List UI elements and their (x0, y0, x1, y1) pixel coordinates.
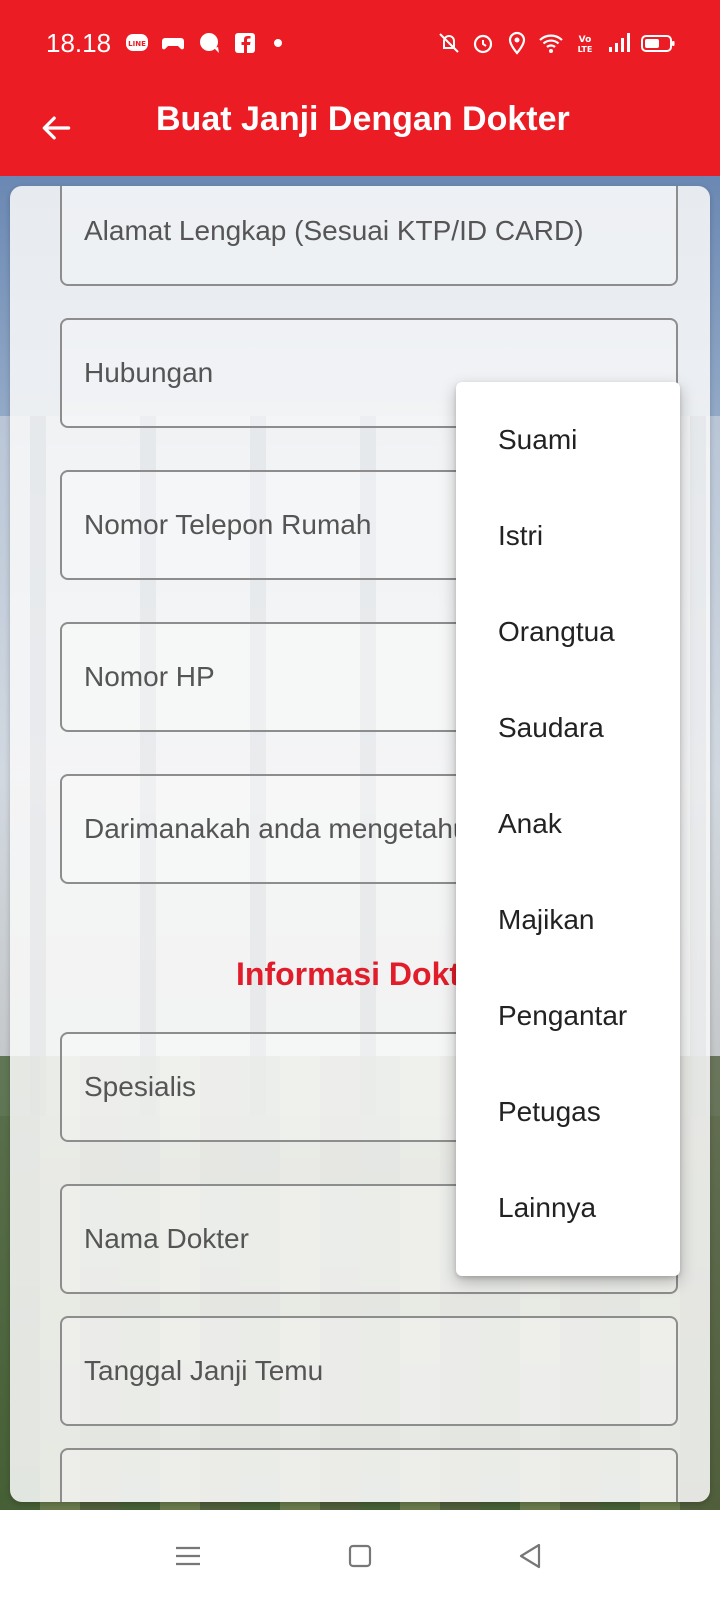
status-bar: 18.18 LINE Vo LTE (0, 0, 720, 88)
relationship-dropdown-menu: Suami Istri Orangtua Saudara Anak Majika… (456, 382, 680, 1276)
next-field[interactable] (60, 1448, 678, 1502)
notification-icons: LINE (124, 28, 282, 58)
signal-icon (606, 30, 632, 56)
relationship-field-label: Hubungan (84, 357, 214, 388)
appointment-date-field-label: Tanggal Janji Temu (84, 1355, 324, 1386)
more-notifications-dot (274, 39, 282, 47)
doctor-info-section-title: Informasi Dokter (236, 956, 491, 992)
wifi-icon (538, 30, 564, 56)
dropdown-option-petugas[interactable]: Petugas (456, 1064, 680, 1160)
back-button[interactable] (30, 102, 82, 154)
svg-text:Vo: Vo (579, 35, 592, 45)
line-icon: LINE (124, 30, 150, 56)
system-icons: Vo LTE (436, 28, 676, 58)
dropdown-option-suami[interactable]: Suami (456, 392, 680, 488)
game-controller-icon (160, 30, 186, 56)
mobile-phone-field-label: Nomor HP (84, 661, 215, 692)
system-back-button[interactable] (510, 1536, 550, 1576)
location-icon (504, 30, 530, 56)
battery-icon (640, 30, 676, 56)
chat-bubble-icon (196, 30, 222, 56)
dropdown-option-istri[interactable]: Istri (456, 488, 680, 584)
referral-source-field-label: Darimanakah anda mengetahui (84, 813, 475, 844)
specialist-field-label: Spesialis (84, 1071, 197, 1102)
dropdown-option-anak[interactable]: Anak (456, 776, 680, 872)
address-field-label: Alamat Lengkap (Sesuai KTP/ID CARD) (84, 215, 584, 246)
menu-icon (176, 1546, 200, 1566)
dropdown-option-pengantar[interactable]: Pengantar (456, 968, 680, 1064)
home-square-icon (348, 1544, 372, 1568)
address-field[interactable]: Alamat Lengkap (Sesuai KTP/ID CARD) (60, 186, 678, 286)
svg-text:LINE: LINE (128, 40, 146, 48)
app-bar: 18.18 LINE Vo LTE Buat Janji Dengan Dokt… (0, 0, 720, 176)
appointment-date-field[interactable]: Tanggal Janji Temu (60, 1316, 678, 1426)
dropdown-option-lainnya[interactable]: Lainnya (456, 1160, 680, 1256)
doctor-name-field-label: Nama Dokter (84, 1223, 249, 1254)
system-navigation-bar (0, 1510, 720, 1600)
mute-vibrate-icon (436, 30, 462, 56)
alarm-icon (470, 30, 496, 56)
facebook-icon (232, 30, 258, 56)
page-title: Buat Janji Dengan Dokter (156, 100, 570, 138)
home-phone-field-label: Nomor Telepon Rumah (84, 509, 372, 540)
home-button[interactable] (340, 1536, 380, 1576)
arrow-left-icon (42, 116, 71, 140)
recent-apps-button[interactable] (168, 1536, 208, 1576)
back-triangle-icon (519, 1543, 541, 1569)
status-time: 18.18 (46, 28, 112, 58)
dropdown-option-orangtua[interactable]: Orangtua (456, 584, 680, 680)
dropdown-option-saudara[interactable]: Saudara (456, 680, 680, 776)
volte-icon: Vo LTE (572, 30, 598, 56)
dropdown-option-majikan[interactable]: Majikan (456, 872, 680, 968)
svg-text:LTE: LTE (578, 45, 593, 54)
